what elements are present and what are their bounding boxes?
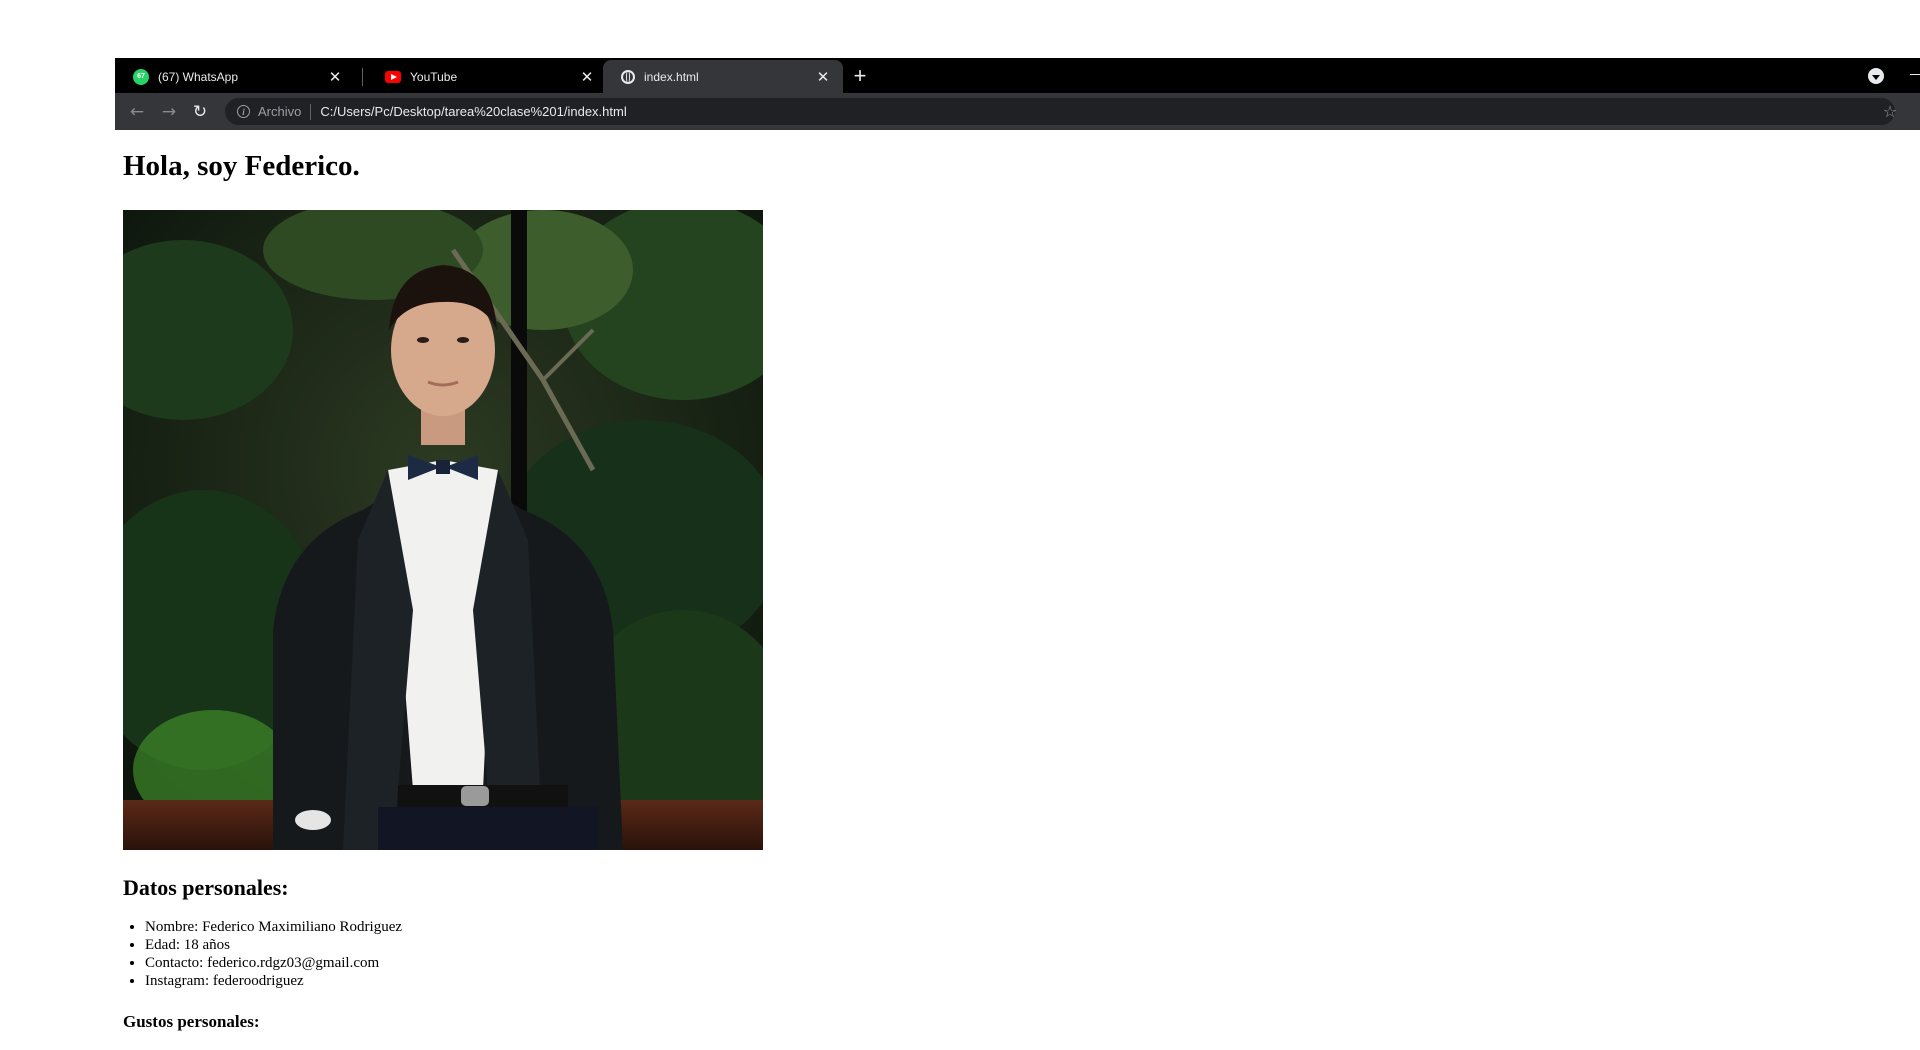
browser-toolbar: ← → ↻ i Archivo C:/Users/Pc/Desktop/tare… xyxy=(115,93,1920,130)
tab-strip: 67 (67) WhatsApp ✕ YouTube ✕ index.html … xyxy=(115,58,1920,93)
profile-photo xyxy=(123,210,763,850)
tab-title: index.html xyxy=(644,69,699,84)
new-tab-button[interactable]: + xyxy=(848,63,872,88)
address-bar[interactable]: i Archivo C:/Users/Pc/Desktop/tarea%20cl… xyxy=(225,98,1897,125)
tab-search-icon[interactable] xyxy=(1868,68,1884,84)
close-icon[interactable]: ✕ xyxy=(579,69,595,86)
tab-title: (67) WhatsApp xyxy=(158,69,239,84)
whatsapp-badge: 67 xyxy=(137,73,145,80)
tab-divider xyxy=(362,68,363,86)
globe-icon xyxy=(621,69,635,84)
info-icon[interactable]: i xyxy=(237,105,250,118)
close-icon[interactable]: ✕ xyxy=(327,69,343,86)
origin-label: Archivo xyxy=(258,104,302,119)
bookmark-star-icon[interactable]: ☆ xyxy=(1881,102,1899,121)
page-heading: Hola, soy Federico. xyxy=(123,150,360,182)
minimize-icon[interactable] xyxy=(1910,74,1920,75)
browser-window: 67 (67) WhatsApp ✕ YouTube ✕ index.html … xyxy=(115,58,1920,130)
list-item: Nombre: Federico Maximiliano Rodriguez xyxy=(145,918,402,936)
youtube-icon xyxy=(385,70,401,83)
address-divider xyxy=(310,103,312,120)
reload-icon[interactable]: ↻ xyxy=(189,101,211,123)
tab-youtube[interactable]: YouTube ✕ xyxy=(367,60,607,93)
list-item: Instagram: federoodriguez xyxy=(145,972,402,990)
tab-index-html[interactable]: index.html ✕ xyxy=(603,60,843,93)
tab-title: YouTube xyxy=(410,69,458,84)
list-item: Contacto: federico.rdgz03@gmail.com xyxy=(145,954,402,972)
whatsapp-icon: 67 xyxy=(133,68,149,85)
list-item: Edad: 18 años xyxy=(145,936,402,954)
close-icon[interactable]: ✕ xyxy=(815,69,831,86)
back-icon[interactable]: ← xyxy=(126,101,148,123)
forward-icon[interactable]: → xyxy=(158,101,180,123)
datos-heading: Datos personales: xyxy=(123,875,289,900)
url-text[interactable]: C:/Users/Pc/Desktop/tarea%20clase%201/in… xyxy=(320,104,626,119)
gustos-heading: Gustos personales: xyxy=(123,1012,260,1031)
datos-list: Nombre: Federico Maximiliano Rodriguez E… xyxy=(123,918,402,990)
tab-whatsapp[interactable]: 67 (67) WhatsApp ✕ xyxy=(115,60,355,93)
